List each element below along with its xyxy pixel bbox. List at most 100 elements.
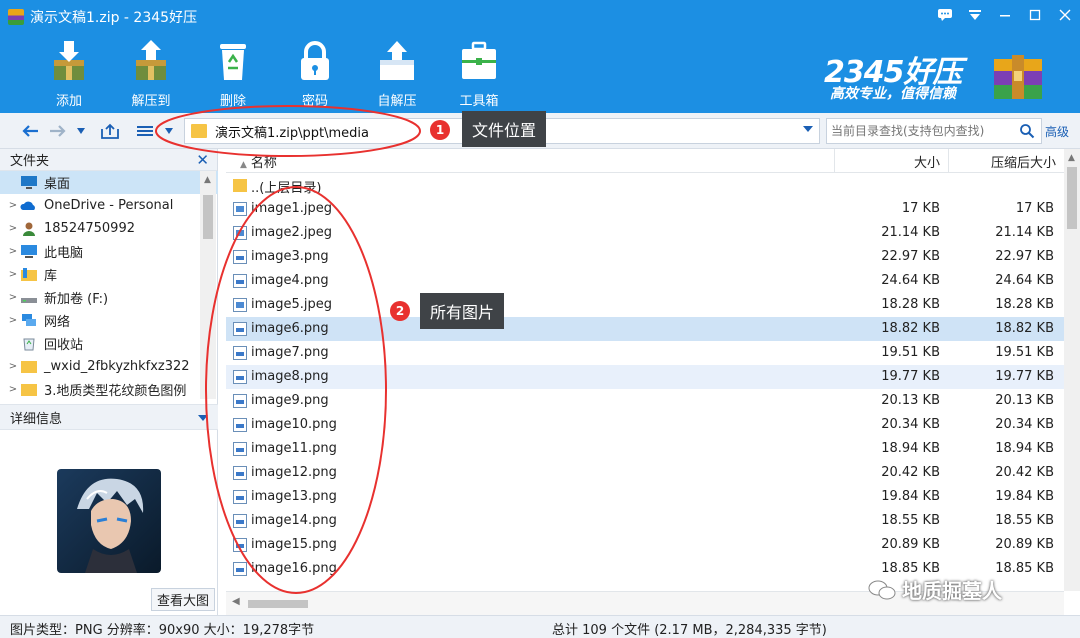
address-path: 演示文稿1.zip\ppt\media xyxy=(215,125,369,141)
file-row[interactable]: image15.png 20.89 KB 20.89 KB xyxy=(226,533,1064,557)
folder-tree: 桌面 > OneDrive - Personal > 18524750992 >… xyxy=(0,171,218,399)
file-compressed-size: 20.89 KB xyxy=(995,537,1054,552)
tree-item-user[interactable]: > 18524750992 xyxy=(0,217,218,240)
column-name-label: 名称 xyxy=(250,156,277,171)
file-row[interactable]: image9.png 20.13 KB 20.13 KB xyxy=(226,389,1064,413)
folder-tree-scrollbar[interactable]: ▲ xyxy=(200,171,216,399)
jpeg-file-icon xyxy=(233,226,247,240)
file-row[interactable]: image8.png 19.77 KB 19.77 KB xyxy=(226,365,1064,389)
file-row[interactable]: image11.png 18.94 KB 18.94 KB xyxy=(226,437,1064,461)
details-header[interactable]: 详细信息 xyxy=(0,404,218,430)
search-icon[interactable] xyxy=(1019,123,1035,139)
password-button[interactable]: 密码 xyxy=(274,34,356,110)
file-row[interactable]: image4.png 24.64 KB 24.64 KB xyxy=(226,269,1064,293)
file-row[interactable]: ..(上层目录) xyxy=(226,173,1064,197)
close-panel-icon[interactable]: ✕ xyxy=(196,151,209,169)
tree-item-onedrive[interactable]: > OneDrive - Personal xyxy=(0,194,218,217)
onedrive-cloud-icon xyxy=(20,201,35,210)
file-row[interactable]: image10.png 20.34 KB 20.34 KB xyxy=(226,413,1064,437)
file-row[interactable]: image12.png 20.42 KB 20.42 KB xyxy=(226,461,1064,485)
expand-chevron-icon[interactable]: > xyxy=(6,269,20,280)
tree-item-label: OneDrive - Personal xyxy=(44,198,174,213)
file-compressed-size: 18.28 KB xyxy=(995,297,1054,312)
png-file-icon xyxy=(233,490,247,504)
user-icon xyxy=(23,222,35,236)
scrollbar-thumb[interactable] xyxy=(248,600,308,608)
chevron-down-icon[interactable] xyxy=(198,415,208,421)
scrollbar-thumb[interactable] xyxy=(203,195,213,239)
search-input[interactable] xyxy=(831,124,1019,138)
annotation-badge-1: 1 xyxy=(430,120,450,140)
address-dropdown-icon[interactable] xyxy=(803,126,813,132)
tree-item-label: 新加卷 (F:) xyxy=(44,292,109,307)
expand-chevron-icon[interactable]: > xyxy=(6,292,20,303)
folder-icon xyxy=(21,361,37,373)
file-list-scrollbar[interactable]: ▲ xyxy=(1064,149,1080,591)
view-large-image-button[interactable]: 查看大图 xyxy=(151,588,215,611)
menu-dropdown-icon[interactable] xyxy=(960,0,990,30)
app-header: 演示文稿1.zip - 2345好压 添加 解压到 删除 密码 自解压 工具箱 … xyxy=(0,0,1080,113)
view-list-icon[interactable] xyxy=(135,122,155,140)
delete-button[interactable]: 删除 xyxy=(192,34,274,110)
expand-chevron-icon[interactable]: > xyxy=(6,200,20,211)
column-divider[interactable] xyxy=(948,149,949,173)
tree-item-label: 回收站 xyxy=(44,338,84,353)
tree-item-network[interactable]: > 网络 xyxy=(0,309,218,332)
image-preview-thumbnail xyxy=(57,469,161,573)
network-icon xyxy=(22,314,36,326)
file-row[interactable]: image3.png 22.97 KB 22.97 KB xyxy=(226,245,1064,269)
close-icon[interactable] xyxy=(1050,0,1080,30)
up-folder-icon[interactable] xyxy=(100,122,120,140)
column-compressed-size[interactable]: 压缩后大小 xyxy=(991,152,1056,171)
file-row[interactable]: image2.jpeg 21.14 KB 21.14 KB xyxy=(226,221,1064,245)
expand-chevron-icon[interactable]: > xyxy=(6,315,20,326)
expand-chevron-icon[interactable]: > xyxy=(6,361,20,372)
tree-item-drive-f[interactable]: > 新加卷 (F:) xyxy=(0,286,218,309)
column-divider[interactable] xyxy=(834,149,835,173)
file-compressed-size: 19.84 KB xyxy=(995,489,1054,504)
png-file-icon xyxy=(233,346,247,360)
folder-icon xyxy=(233,179,247,192)
tree-item-library[interactable]: > 库 xyxy=(0,263,218,286)
jpeg-file-icon xyxy=(233,298,247,312)
history-dropdown-icon[interactable] xyxy=(74,122,88,140)
advanced-search-link[interactable]: 高级 xyxy=(1045,123,1069,140)
feedback-icon[interactable] xyxy=(930,0,960,30)
back-arrow-icon[interactable] xyxy=(20,122,40,140)
add-button[interactable]: 添加 xyxy=(28,34,110,110)
tree-item-recycle-bin[interactable]: 回收站 xyxy=(0,332,218,355)
self-extract-button[interactable]: 自解压 xyxy=(356,34,438,110)
file-row[interactable]: image13.png 19.84 KB 19.84 KB xyxy=(226,485,1064,509)
file-row[interactable]: image5.jpeg 18.28 KB 18.28 KB xyxy=(226,293,1064,317)
file-size: 17 KB xyxy=(901,201,940,216)
minimize-icon[interactable] xyxy=(990,0,1020,30)
column-size[interactable]: 大小 xyxy=(914,152,940,171)
tree-item-desktop[interactable]: 桌面 xyxy=(0,171,218,194)
column-name[interactable]: ▲ 名称 xyxy=(240,152,277,171)
tree-item-label: _wxid_2fbkyzhkfxz322 xyxy=(44,359,190,374)
file-row[interactable]: image1.jpeg 17 KB 17 KB xyxy=(226,197,1064,221)
tree-item-geology-folder[interactable]: > 3.地质类型花纹颜色图例 xyxy=(0,378,218,399)
file-row[interactable]: image6.png 18.82 KB 18.82 KB xyxy=(226,317,1064,341)
file-size: 20.42 KB xyxy=(881,465,940,480)
archive-box-icon xyxy=(994,55,1042,99)
scroll-left-icon[interactable]: ◀ xyxy=(232,596,240,607)
toolbox-button[interactable]: 工具箱 xyxy=(438,34,520,110)
forward-arrow-icon[interactable] xyxy=(48,122,68,140)
maximize-icon[interactable] xyxy=(1020,0,1050,30)
tree-item-wxid-folder[interactable]: > _wxid_2fbkyzhkfxz322 xyxy=(0,355,218,378)
scroll-up-icon[interactable]: ▲ xyxy=(204,175,211,185)
expand-chevron-icon[interactable]: > xyxy=(6,384,20,395)
file-row[interactable]: image7.png 19.51 KB 19.51 KB xyxy=(226,341,1064,365)
scrollbar-thumb[interactable] xyxy=(1067,167,1077,229)
tree-item-label: 网络 xyxy=(44,315,71,330)
expand-chevron-icon[interactable]: > xyxy=(6,223,20,234)
scroll-up-icon[interactable]: ▲ xyxy=(1068,153,1075,163)
tree-item-this-pc[interactable]: > 此电脑 xyxy=(0,240,218,263)
window-controls xyxy=(930,0,1080,34)
file-row[interactable]: image14.png 18.55 KB 18.55 KB xyxy=(226,509,1064,533)
expand-chevron-icon[interactable]: > xyxy=(6,246,20,257)
view-dropdown-icon[interactable] xyxy=(162,122,176,140)
extract-to-button[interactable]: 解压到 xyxy=(110,34,192,110)
toolbox-icon xyxy=(462,41,496,79)
